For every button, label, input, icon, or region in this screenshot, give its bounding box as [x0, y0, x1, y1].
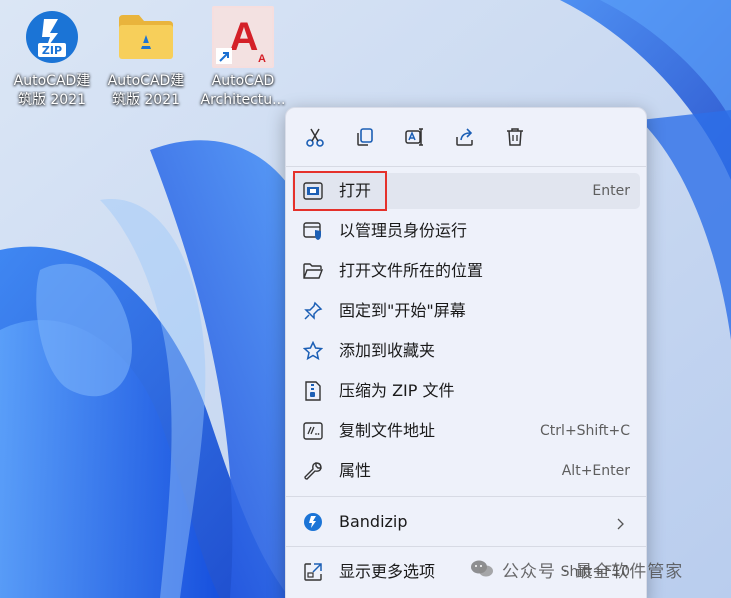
label-line-2: 筑版 2021: [111, 92, 181, 108]
rename-button[interactable]: [400, 122, 430, 152]
scissors-icon: [306, 128, 324, 147]
menu-item-open-file-location[interactable]: 打开文件所在的位置: [292, 253, 640, 289]
watermark-text: 公众号 · 最全软件管家: [502, 561, 684, 582]
wrench-icon: [302, 461, 324, 481]
admin-shield-icon: [302, 221, 324, 241]
menu-item-shortcut: Ctrl+Shift+C: [540, 423, 630, 439]
pin-icon: [302, 301, 324, 321]
copy-icon: [357, 128, 373, 146]
separator: [286, 496, 646, 497]
menu-item-shortcut: Enter: [592, 183, 630, 199]
menu-item-shortcut: Alt+Enter: [561, 463, 630, 479]
autocad-logo-text: A: [230, 15, 259, 59]
star-icon: [302, 341, 324, 361]
label-line-1: AutoCAD建: [13, 73, 91, 89]
desktop-icon-autocad-folder[interactable]: AutoCAD建 筑版 2021: [99, 6, 193, 110]
menu-item-label: 压缩为 ZIP 文件: [339, 381, 455, 400]
label-line-1: AutoCAD: [211, 73, 275, 89]
menu-item-copy-path[interactable]: 复制文件地址 Ctrl+Shift+C: [292, 413, 640, 449]
autocad-shortcut-icon: A A: [212, 6, 274, 68]
menu-item-add-to-favorites[interactable]: 添加到收藏夹: [292, 333, 640, 369]
desktop-icon-label: AutoCAD Architectu...: [196, 72, 290, 110]
folder-icon: [115, 6, 177, 68]
share-icon: [456, 128, 473, 146]
menu-item-label: 固定到"开始"屏幕: [339, 301, 466, 320]
copy-button[interactable]: [350, 122, 380, 152]
menu-item-pin-to-start[interactable]: 固定到"开始"屏幕: [292, 293, 640, 329]
watermark: 公众号 · 最全软件管家: [470, 556, 683, 582]
autocad-logo-small: A: [258, 53, 266, 65]
menu-item-label: Bandizip: [339, 512, 408, 531]
highlight-annotation-box: [293, 171, 387, 211]
menu-item-label: 添加到收藏夹: [339, 341, 436, 360]
quick-actions-bar: [286, 108, 646, 166]
label-line-2: 筑版 2021: [17, 92, 87, 108]
separator: [286, 546, 646, 547]
delete-button[interactable]: [500, 122, 530, 152]
menu-item-run-as-admin[interactable]: 以管理员身份运行: [292, 213, 640, 249]
zip-badge-text: ZIP: [42, 44, 62, 57]
zip-file-icon: [302, 381, 324, 401]
desktop: ZIP AutoCAD建 筑版 2021 AutoCAD建 筑版 2021 A: [0, 0, 731, 598]
rename-icon: [405, 128, 423, 146]
desktop-icon-label: AutoCAD建 筑版 2021: [5, 72, 99, 110]
menu-item-label: 打开文件所在的位置: [339, 261, 484, 280]
menu-item-label: 复制文件地址: [339, 421, 436, 440]
label-line-2: Architectu...: [200, 92, 286, 108]
wechat-icon: [471, 560, 493, 577]
menu-item-properties[interactable]: 属性 Alt+Enter: [292, 453, 640, 489]
label-line-1: AutoCAD建: [107, 73, 185, 89]
trash-icon: [507, 128, 523, 146]
separator: [286, 166, 646, 167]
desktop-icon-autocad-architecture[interactable]: A A AutoCAD Architectu...: [196, 6, 290, 110]
chevron-right-icon: [616, 515, 624, 534]
menu-item-label: 以管理员身份运行: [339, 221, 468, 240]
menu-item-bandizip[interactable]: Bandizip: [292, 504, 640, 540]
copy-path-icon: [302, 421, 324, 441]
more-options-icon: [302, 562, 324, 582]
desktop-icon-autocad-zip[interactable]: ZIP AutoCAD建 筑版 2021: [5, 6, 99, 110]
menu-item-compress-zip[interactable]: 压缩为 ZIP 文件: [292, 373, 640, 409]
cut-button[interactable]: [300, 122, 330, 152]
desktop-icon-label: AutoCAD建 筑版 2021: [99, 72, 193, 110]
menu-item-label: 显示更多选项: [339, 562, 436, 581]
bandizip-icon: [302, 512, 324, 532]
share-button[interactable]: [450, 122, 480, 152]
folder-open-icon: [302, 261, 324, 281]
zip-archive-icon: ZIP: [21, 6, 83, 68]
menu-item-label: 属性: [339, 461, 372, 480]
